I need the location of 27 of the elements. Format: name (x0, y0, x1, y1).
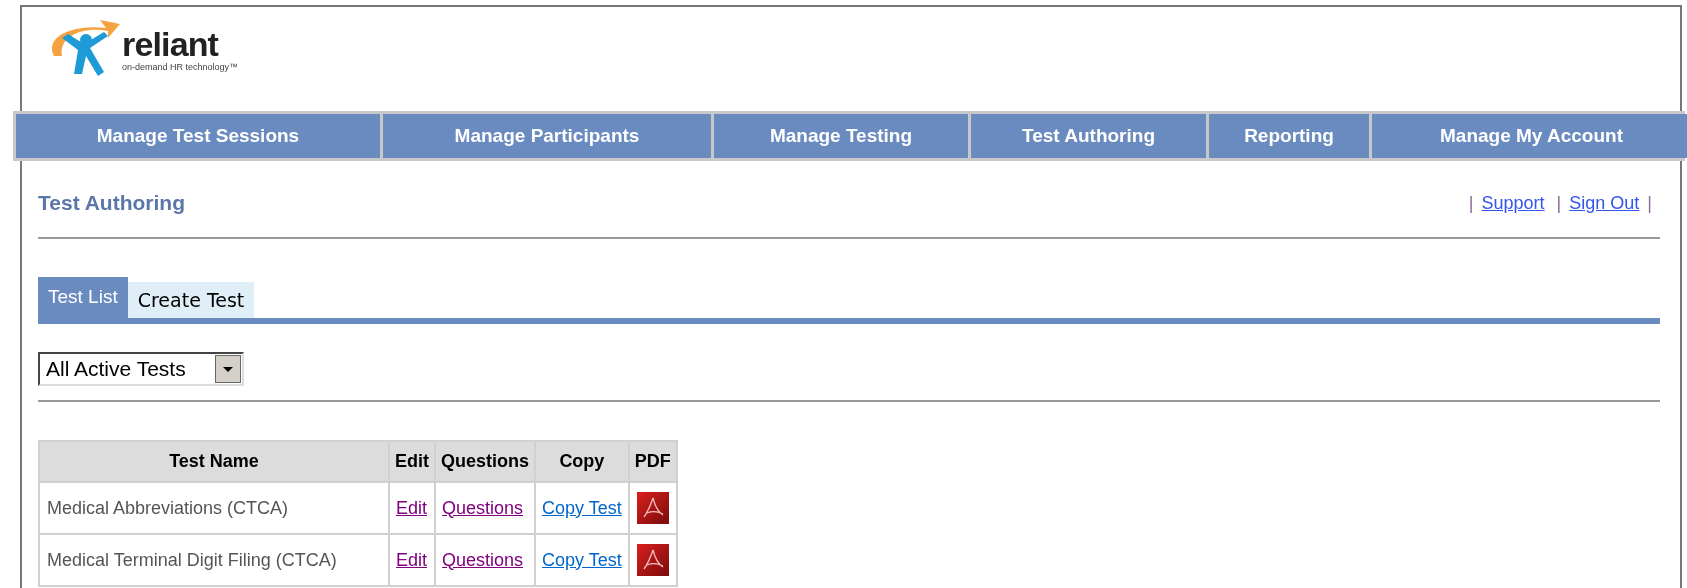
header-link[interactable]: Sign Out (1569, 189, 1640, 217)
column-header: Edit (389, 441, 435, 482)
separator: | (1647, 191, 1652, 215)
column-header: PDF (628, 441, 677, 482)
tab[interactable]: Test List (38, 277, 128, 318)
nav-tab[interactable]: Manage Test Sessions (16, 114, 380, 158)
logo-wordmark: reliant (122, 26, 220, 61)
column-header: Test Name (39, 441, 389, 482)
pdf-icon[interactable] (636, 544, 669, 576)
column-header: Copy (535, 441, 629, 482)
table-cell: Medical Terminal Digit Filing (CTCA) (39, 534, 389, 586)
table-cell: Medical Abbreviations (CTCA) (39, 482, 389, 534)
header-link[interactable]: Support (1481, 189, 1545, 217)
column-header: Questions (435, 441, 535, 482)
caret-icon (215, 355, 241, 383)
page-title: Test Authoring (38, 190, 185, 217)
nav-tab[interactable]: Manage Participants (383, 114, 711, 158)
nav-tab[interactable]: Manage My Account (1372, 114, 1687, 158)
pdf-icon[interactable] (636, 492, 669, 524)
nav-tab[interactable]: Manage Testing (714, 114, 968, 158)
nav-tab[interactable]: Test Authoring (971, 114, 1206, 158)
separator: | (1468, 191, 1474, 215)
nav-tab[interactable]: Reporting (1209, 114, 1369, 158)
logo-tagline: on-demand HR technology™ (122, 62, 239, 72)
filter-dropdown[interactable]: All Active Tests (38, 352, 244, 386)
separator: | (1556, 191, 1562, 215)
tab[interactable]: Create Test (127, 282, 255, 318)
